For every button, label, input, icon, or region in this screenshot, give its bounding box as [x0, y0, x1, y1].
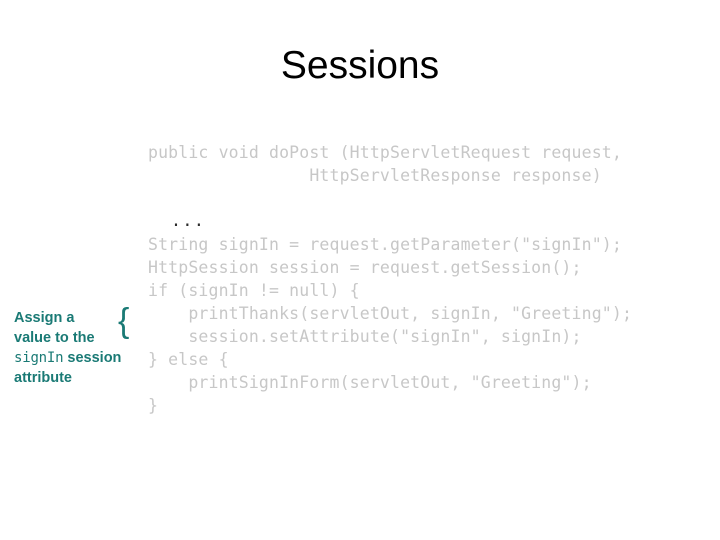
code-line: String signIn = request.getParameter("si… [148, 235, 622, 254]
annotation-line-4: attribute [14, 370, 72, 386]
code-line: printSignInForm(servletOut, "Greeting"); [148, 373, 592, 392]
code-line: } else { [148, 350, 229, 369]
annotation-callout: Assign a value to the signIn session att… [14, 308, 164, 388]
code-line: public void doPost (HttpServletRequest r… [148, 143, 622, 162]
page-title: Sessions [280, 44, 440, 87]
annotation-line-3-bold: session [63, 350, 122, 366]
annotation-code-token: signIn [14, 350, 64, 366]
code-line: printThanks(servletOut, signIn, "Greetin… [148, 304, 633, 323]
code-line-spacer [148, 187, 618, 210]
code-line: HttpServletResponse response) [148, 166, 602, 185]
annotation-line-3: signIn session [14, 348, 164, 368]
code-line: } [148, 396, 159, 415]
code-listing: public void doPost (HttpServletRequest r… [148, 141, 633, 417]
code-line: if (signIn != null) { [148, 281, 360, 300]
code-line: HttpSession session = request.getSession… [148, 258, 582, 277]
slide-canvas: Sessions public void doPost (HttpServlet… [0, 0, 720, 540]
code-line: session.setAttribute("signIn", signIn); [148, 327, 582, 346]
annotation-line-1: Assign a [14, 310, 75, 326]
code-line-ellipsis: ... [148, 211, 206, 231]
annotation-line-2: value to the [14, 330, 95, 346]
